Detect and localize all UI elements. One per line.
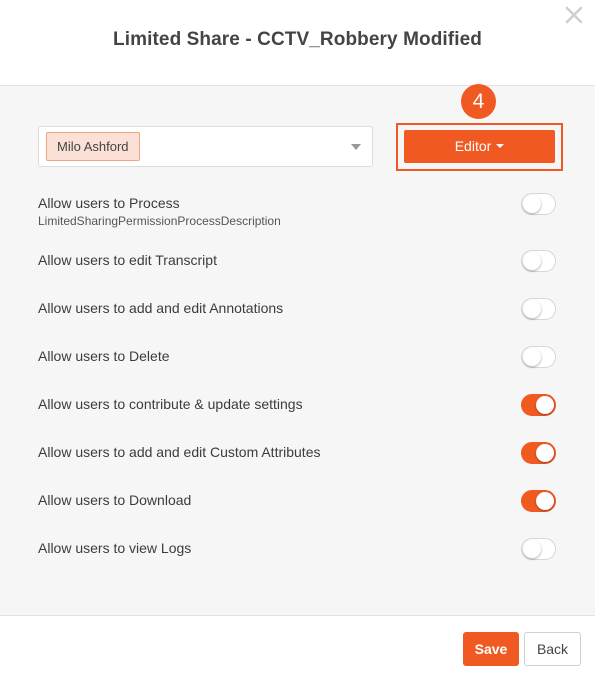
toggle-view-logs[interactable] (521, 538, 556, 560)
toggle-knob (536, 396, 554, 414)
toggle-knob (523, 540, 541, 558)
permission-label: Allow users to add and edit Custom Attri… (38, 444, 321, 460)
toggle-knob (523, 252, 541, 270)
dialog-title: Limited Share - CCTV_Robbery Modified (113, 29, 482, 50)
role-dropdown-button[interactable]: Editor (404, 130, 555, 163)
dialog-header: Limited Share - CCTV_Robbery Modified (0, 0, 595, 86)
permission-label: Allow users to Download (38, 492, 192, 508)
editor-highlight: Editor (396, 123, 563, 171)
permission-row: Allow users to Process LimitedSharingPer… (38, 194, 558, 229)
close-icon[interactable] (563, 4, 585, 26)
step-badge: 4 (461, 84, 496, 119)
toggle-edit-transcript[interactable] (521, 250, 556, 272)
toggle-settings[interactable] (521, 394, 556, 416)
dialog-body: Milo Ashford 4 Editor Allow users to Pro… (0, 84, 595, 616)
dialog-footer: Save Back (0, 617, 595, 677)
user-select[interactable]: Milo Ashford (38, 126, 373, 167)
permission-row: Allow users to edit Transcript (38, 251, 558, 269)
permission-label: Allow users to Process (38, 195, 180, 211)
permission-label: Allow users to view Logs (38, 540, 192, 556)
permission-row: Allow users to add and edit Annotations (38, 299, 558, 317)
caret-down-icon (496, 144, 505, 149)
permission-row: Allow users to contribute & update setti… (38, 395, 558, 413)
toggle-knob (536, 444, 554, 462)
toggle-annotations[interactable] (521, 298, 556, 320)
permission-row: Allow users to Download (38, 491, 558, 509)
toggle-download[interactable] (521, 490, 556, 512)
toggle-process[interactable] (521, 193, 556, 215)
back-button[interactable]: Back (524, 632, 581, 666)
permission-label: Allow users to contribute & update setti… (38, 396, 303, 412)
permission-label: Allow users to edit Transcript (38, 252, 217, 268)
toggle-knob (536, 492, 554, 510)
permission-label: Allow users to add and edit Annotations (38, 300, 284, 316)
permission-label: Allow users to Delete (38, 348, 170, 364)
permission-row: Allow users to Delete (38, 347, 558, 365)
chevron-down-icon[interactable] (351, 144, 361, 150)
toggle-knob (523, 300, 541, 318)
permission-row: Allow users to add and edit Custom Attri… (38, 443, 558, 461)
toggle-knob (523, 348, 541, 366)
toggle-delete[interactable] (521, 346, 556, 368)
toggle-custom-attributes[interactable] (521, 442, 556, 464)
user-chip[interactable]: Milo Ashford (46, 132, 140, 161)
role-label: Editor (454, 138, 492, 154)
toggle-knob (523, 195, 541, 213)
limited-share-dialog: Limited Share - CCTV_Robbery Modified Mi… (0, 0, 595, 677)
permission-description: LimitedSharingPermissionProcessDescripti… (38, 214, 281, 228)
save-button[interactable]: Save (463, 632, 519, 666)
permission-row: Allow users to view Logs (38, 539, 558, 557)
